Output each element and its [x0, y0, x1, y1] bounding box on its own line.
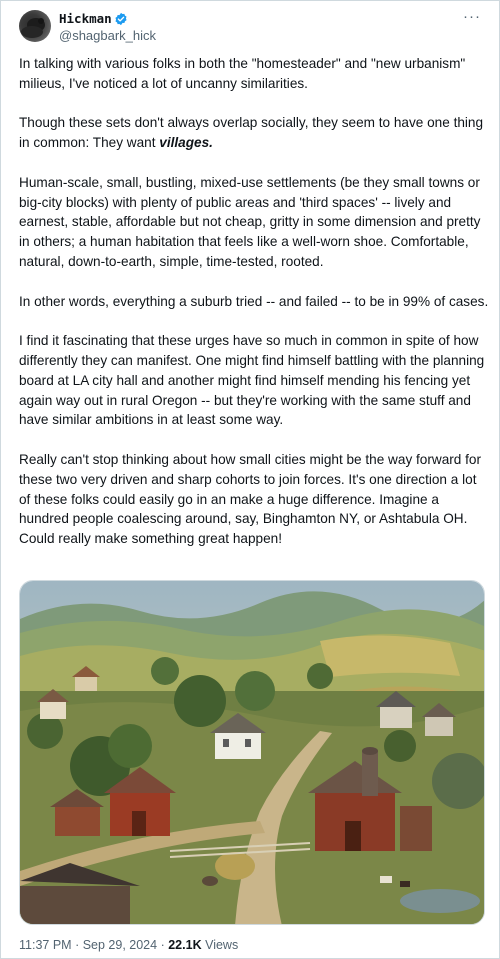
- tweet-paragraph-1: In talking with various folks in both th…: [19, 56, 466, 91]
- tweet-paragraph-3: Human-scale, small, bustling, mixed-use …: [19, 174, 481, 269]
- tweet-time[interactable]: 11:37 PM: [19, 938, 72, 952]
- meta-separator-2: ·: [160, 938, 165, 952]
- author-display-name[interactable]: Hickman: [59, 10, 112, 27]
- verified-badge-icon: [114, 12, 128, 26]
- author-names: Hickman @shagbark_hick: [59, 10, 156, 44]
- tweet-paragraph-4: In other words, everything a suburb trie…: [19, 293, 489, 309]
- tweet-date[interactable]: Sep 29, 2024: [83, 938, 157, 952]
- tweet-emphasis: villages.: [159, 135, 213, 151]
- avatar[interactable]: [19, 10, 51, 42]
- views-label: Views: [205, 938, 239, 952]
- author-handle[interactable]: @shagbark_hick: [59, 27, 156, 44]
- tweet-paragraph-2: Though these sets don't always overlap s…: [19, 113, 489, 153]
- tweet-media-image[interactable]: [19, 580, 485, 925]
- tweet-meta: 11:37 PM · Sep 29, 2024 · 22.1K Views: [19, 937, 238, 953]
- tweet-text: In talking with various folks in both th…: [19, 54, 489, 569]
- tweet-paragraph-5: I find it fascinating that these urges h…: [19, 333, 485, 428]
- more-options-icon[interactable]: ···: [463, 9, 481, 24]
- tweet-card: Hickman @shagbark_hick ··· In talking wi…: [1, 1, 499, 958]
- meta-separator: ·: [75, 938, 80, 952]
- village-painting: [20, 581, 484, 924]
- tweet-paragraph-6: Really can't stop thinking about how sma…: [19, 451, 481, 547]
- views-count[interactable]: 22.1K: [168, 938, 201, 952]
- tweet-paragraph-2-text: Though these sets don't always overlap s…: [19, 115, 484, 151]
- tweet-header: Hickman @shagbark_hick ···: [19, 9, 487, 46]
